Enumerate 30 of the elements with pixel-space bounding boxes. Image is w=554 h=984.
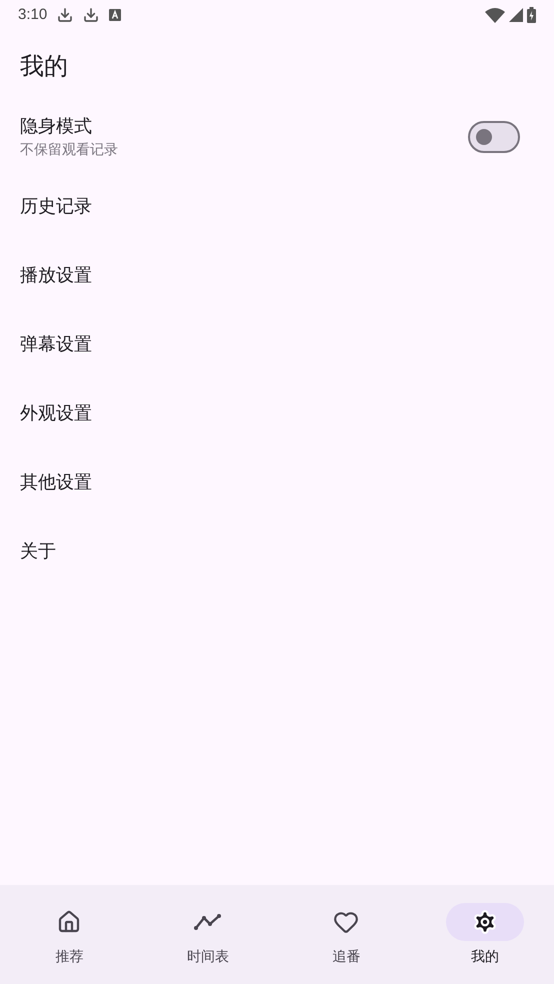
nav-tab[interactable]: 我的 (416, 885, 554, 984)
nav-tab[interactable]: 推荐 (0, 885, 138, 984)
nav-tab[interactable]: 时间表 (138, 885, 277, 984)
nav-tab[interactable]: 追番 (277, 885, 416, 984)
home-icon (57, 910, 82, 934)
status-time: 3:10 (18, 4, 48, 25)
notification-icon (109, 9, 122, 21)
battery-icon (527, 7, 536, 23)
menu-item[interactable]: 其他设置 (0, 448, 554, 517)
incognito-row[interactable]: 隐身模式 不保留观看记录 (0, 102, 554, 172)
nav-label: 推荐 (55, 948, 84, 967)
menu-item[interactable]: 弹幕设置 (0, 310, 554, 379)
nav-label: 我的 (470, 948, 499, 967)
download-icon (83, 7, 100, 23)
wifi-icon (485, 7, 505, 23)
toggle-switch[interactable] (468, 121, 520, 153)
menu-item[interactable]: 外观设置 (0, 379, 554, 448)
download-icon (57, 7, 74, 23)
menu-item[interactable]: 播放设置 (0, 241, 554, 310)
nav-label: 追番 (332, 948, 360, 967)
page-title: 我的 (20, 52, 68, 80)
line-chart-icon (194, 913, 222, 931)
menu-item[interactable]: 历史记录 (0, 172, 554, 241)
menu-item[interactable]: 关于 (0, 517, 554, 586)
nav-label: 时间表 (186, 948, 229, 967)
setting-description: 不保留观看记录 (20, 140, 118, 160)
heart-icon (333, 909, 360, 935)
signal-icon (509, 8, 523, 22)
setting-label: 隐身模式 (20, 114, 93, 138)
settings-icon (472, 909, 498, 935)
